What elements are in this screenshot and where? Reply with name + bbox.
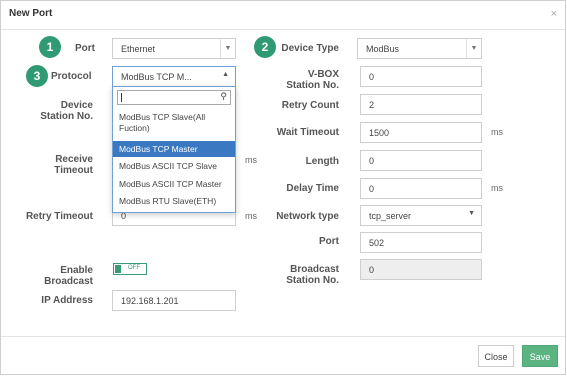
delay-time-unit: ms <box>491 183 503 193</box>
close-icon[interactable]: × <box>551 8 557 20</box>
broadcast-station-label-line1: Broadcast <box>290 264 339 275</box>
close-button[interactable]: Close <box>478 345 514 367</box>
receive-timeout-label-line1: Receive <box>55 154 93 165</box>
network-type-label: Network type <box>276 211 339 222</box>
vbox-station-label: V-BOX Station No. <box>271 69 339 91</box>
step-badge-3: 3 <box>26 65 48 87</box>
ip-address-value: 192.168.1.201 <box>121 296 179 306</box>
retry-count-value: 2 <box>369 100 375 110</box>
chevron-down-icon: ▼ <box>466 39 481 58</box>
retry-count-label: Retry Count <box>281 100 339 111</box>
port-select-value: Ethernet <box>121 44 156 54</box>
vbox-station-label-line2: Station No. <box>286 80 339 91</box>
delay-time-input[interactable]: 0 <box>360 178 482 199</box>
retry-timeout-label: Retry Timeout <box>25 211 93 222</box>
retry-count-input[interactable]: 2 <box>360 94 482 115</box>
device-station-label-line2: Station No. <box>40 111 93 122</box>
enable-broadcast-label-line1: Enable <box>60 265 93 276</box>
broadcast-station-label-line2: Station No. <box>286 275 339 286</box>
receive-timeout-label: Receive Timeout <box>31 154 93 176</box>
protocol-option-highlighted[interactable]: ModBus TCP Master <box>113 141 235 157</box>
wait-timeout-input[interactable]: 1500 <box>360 122 482 143</box>
dialog-header: New Port × <box>1 1 565 30</box>
wait-timeout-unit: ms <box>491 127 503 137</box>
toggle-knob <box>115 265 121 273</box>
protocol-select[interactable]: ModBus TCP M... ▲ <box>112 66 236 87</box>
ip-address-label: IP Address <box>41 295 93 306</box>
enable-broadcast-toggle[interactable]: OFF <box>113 263 147 275</box>
device-station-label-line1: Device <box>60 100 93 111</box>
protocol-option[interactable]: ModBus ASCII TCP Master <box>113 179 235 190</box>
protocol-option[interactable]: ModBus RTU Slave(ETH) <box>113 196 235 207</box>
broadcast-station-label: Broadcast Station No. <box>271 264 339 286</box>
receive-timeout-unit: ms <box>245 155 257 165</box>
new-port-dialog: New Port × 1 2 3 Port Protocol Device St… <box>0 0 566 375</box>
broadcast-station-value: 0 <box>369 265 375 275</box>
search-icon: ⚲ <box>220 91 227 101</box>
port-number-value: 502 <box>369 238 385 248</box>
delay-time-value: 0 <box>369 184 375 194</box>
device-type-select[interactable]: ModBus ▼ <box>357 38 482 59</box>
vbox-station-label-line1: V-BOX <box>307 69 339 80</box>
protocol-dropdown: ⚲ ModBus TCP Slave(All Fuction) ModBus T… <box>112 86 236 213</box>
length-value: 0 <box>369 156 375 166</box>
chevron-up-icon: ▲ <box>222 71 229 78</box>
port-label: Port <box>75 43 95 54</box>
port-select[interactable]: Ethernet ▼ <box>112 38 236 59</box>
protocol-select-value: ModBus TCP M... <box>121 72 192 82</box>
port-number-input[interactable]: 502 <box>360 232 482 253</box>
enable-broadcast-label-line2: Broadcast <box>44 276 93 287</box>
protocol-search-input[interactable]: ⚲ <box>117 90 231 105</box>
dialog-title: New Port <box>9 8 53 19</box>
vbox-station-input[interactable]: 0 <box>360 66 482 87</box>
network-type-value: tcp_server <box>369 211 412 221</box>
network-type-select[interactable]: tcp_server ▼ <box>360 205 482 226</box>
dialog-footer <box>1 336 565 337</box>
enable-broadcast-label: Enable Broadcast <box>31 265 93 287</box>
protocol-label: Protocol <box>51 71 92 82</box>
retry-timeout-unit: ms <box>245 211 257 221</box>
device-type-label: Device Type <box>281 43 339 54</box>
device-station-label: Device Station No. <box>31 100 93 122</box>
wait-timeout-value: 1500 <box>369 128 390 138</box>
length-label: Length <box>305 156 339 167</box>
receive-timeout-label-line2: Timeout <box>54 165 93 176</box>
ip-address-input[interactable]: 192.168.1.201 <box>112 290 236 311</box>
protocol-option[interactable]: ModBus ASCII TCP Slave <box>113 161 235 172</box>
broadcast-station-input: 0 <box>360 259 482 280</box>
chevron-down-icon: ▼ <box>220 39 235 58</box>
chevron-down-icon: ▼ <box>468 210 475 217</box>
toggle-state-label: OFF <box>128 265 140 271</box>
wait-timeout-label: Wait Timeout <box>276 127 339 138</box>
vbox-station-value: 0 <box>369 72 375 82</box>
port-number-label: Port <box>319 236 339 247</box>
text-caret <box>121 93 122 102</box>
delay-time-label: Delay Time <box>286 183 339 194</box>
protocol-option[interactable]: ModBus TCP Slave(All Fuction) <box>113 112 235 134</box>
device-type-value: ModBus <box>366 44 400 54</box>
save-button[interactable]: Save <box>522 345 558 367</box>
length-input[interactable]: 0 <box>360 150 482 171</box>
step-badge-1: 1 <box>39 36 61 58</box>
